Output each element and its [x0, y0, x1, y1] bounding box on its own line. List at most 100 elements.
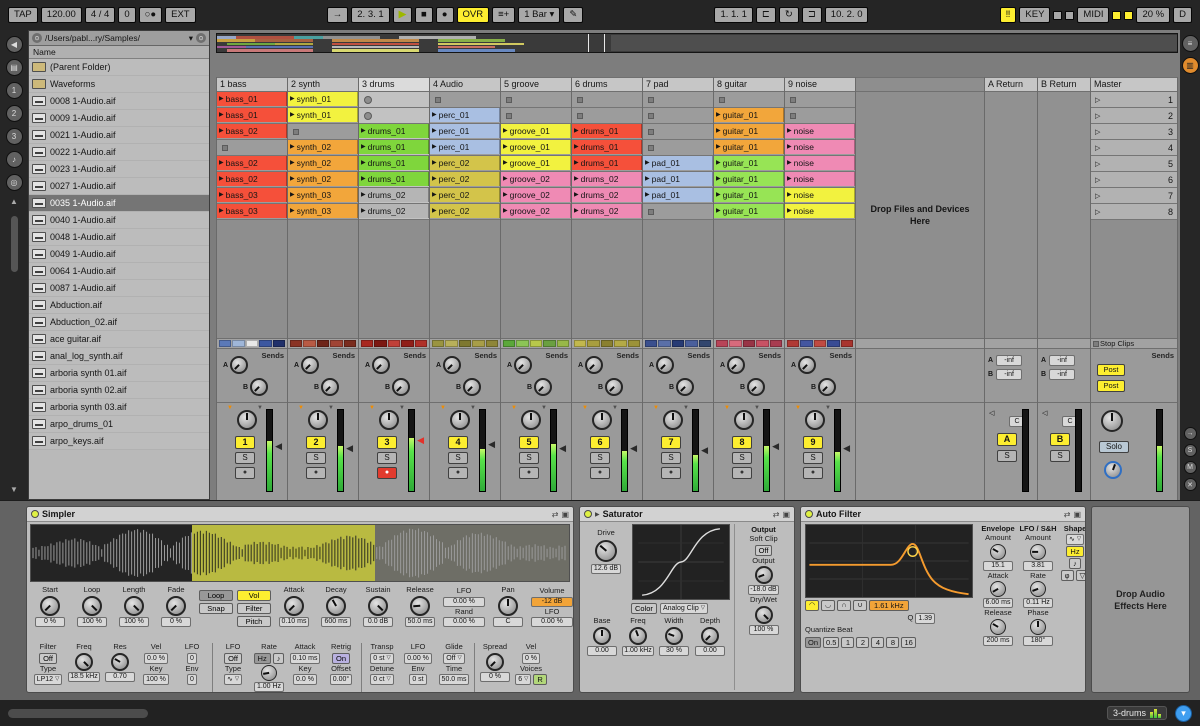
volume-fader-handle[interactable]: ◀: [630, 444, 637, 453]
clip-perc-02[interactable]: ▶perc_02: [430, 204, 500, 218]
scene-slot[interactable]: ▷5: [1091, 156, 1177, 172]
lfo-sync-button[interactable]: ♪: [1069, 558, 1081, 569]
selected-track-indicator[interactable]: 3-drums: [1107, 706, 1167, 720]
volume-fader-handle[interactable]: ◀: [275, 442, 282, 451]
scene-launch-icon[interactable]: ▷: [1095, 176, 1100, 184]
clip-drums-01[interactable]: ▶drums_01: [572, 140, 642, 154]
list-item[interactable]: arboria synth 01.aif: [29, 365, 209, 382]
send-a-knob[interactable]: [230, 356, 248, 374]
save-preset-icon[interactable]: ▣: [1073, 510, 1081, 519]
clip-slot[interactable]: ▶synth_03: [288, 204, 358, 220]
freq-value[interactable]: 18.5 kHz: [68, 672, 100, 682]
solo-button[interactable]: S: [519, 452, 539, 464]
volume-meter[interactable]: [763, 409, 770, 492]
clip-launch-icon[interactable]: ▶: [432, 160, 437, 166]
arm-button[interactable]: ●: [519, 467, 539, 479]
clip-slot[interactable]: ▶drums_01: [572, 140, 642, 156]
list-item[interactable]: 0027 1-Audio.aif: [29, 178, 209, 195]
freq-knob[interactable]: [629, 627, 647, 645]
attack-value[interactable]: 0.10 ms: [279, 617, 309, 627]
pan-knob[interactable]: [663, 410, 683, 430]
scene-launch-icon[interactable]: ▷: [1095, 128, 1100, 136]
scene-launch-icon[interactable]: ▷: [1095, 112, 1100, 120]
solo-button[interactable]: S: [803, 452, 823, 464]
clip-slot[interactable]: ▶perc_02: [430, 204, 500, 220]
list-item[interactable]: 0049 1-Audio.aif: [29, 246, 209, 263]
volume-meter[interactable]: [834, 409, 841, 492]
pan-knob[interactable]: [805, 410, 825, 430]
glide-menu[interactable]: Off▽: [443, 653, 464, 664]
volume-fader-handle[interactable]: ◀: [772, 442, 779, 451]
clip-slot[interactable]: ▶groove_01: [501, 156, 571, 172]
clip-perc-02[interactable]: ▶perc_02: [430, 188, 500, 202]
clip-slot[interactable]: [217, 140, 287, 156]
highpass-icon[interactable]: ◡: [821, 600, 835, 611]
clip-slot[interactable]: ▶guitar_01: [714, 156, 784, 172]
list-item[interactable]: 0040 1-Audio.aif: [29, 212, 209, 229]
send-a-post-toggle[interactable]: Post: [1097, 364, 1125, 376]
track-activator[interactable]: 1: [235, 436, 255, 449]
clip-synth-02[interactable]: ▶synth_02: [288, 156, 358, 170]
clip-pad-01[interactable]: ▶pad_01: [643, 172, 713, 186]
clip-guitar-01[interactable]: ▶guitar_01: [714, 140, 784, 154]
clip-slot[interactable]: [643, 140, 713, 156]
clip-slot[interactable]: [785, 108, 855, 124]
punch-in-button[interactable]: ⊏: [756, 7, 776, 23]
clip-drums-02[interactable]: ▶drums_02: [359, 204, 429, 218]
amount-value[interactable]: 3.81: [1023, 561, 1053, 571]
clip-slot[interactable]: ▶drums_01: [572, 156, 642, 172]
volume-meter[interactable]: [1075, 409, 1082, 492]
snap-button[interactable]: Snap: [199, 603, 233, 614]
clip-slot[interactable]: ▶drums_01: [359, 156, 429, 172]
clip-slot[interactable]: [643, 204, 713, 220]
clip-stop-button[interactable]: [648, 209, 654, 215]
show-hide-button[interactable]: ▾: [1175, 705, 1192, 722]
clip-slot[interactable]: ▶guitar_01: [714, 204, 784, 220]
pan-knob[interactable]: [379, 410, 399, 430]
clip-launch-icon[interactable]: ▶: [503, 176, 508, 182]
send-a-knob[interactable]: [443, 356, 461, 374]
pan-knob[interactable]: [450, 410, 470, 430]
hide-browser-icon[interactable]: ◀: [6, 36, 23, 53]
arm-button[interactable]: ●: [590, 467, 610, 479]
volume-meter[interactable]: [1022, 409, 1029, 492]
playhead-marker[interactable]: [604, 34, 605, 52]
solo-button[interactable]: S: [661, 452, 681, 464]
rate-value[interactable]: 0.11 Hz: [1023, 598, 1053, 608]
path-dropdown-icon[interactable]: ▾: [189, 33, 193, 44]
solo-button[interactable]: S: [448, 452, 468, 464]
session-drop-zone[interactable]: Drop Files and DevicesHere: [855, 77, 984, 500]
clip-synth-01[interactable]: ▶synth_01: [288, 92, 358, 106]
release-knob[interactable]: [410, 596, 430, 616]
clip-launch-icon[interactable]: ▶: [219, 160, 224, 166]
lfo-field[interactable]: 0: [187, 653, 197, 664]
clip-pad-01[interactable]: ▶pad_01: [643, 156, 713, 170]
clip-stop-circle[interactable]: [364, 112, 372, 120]
volume-meter[interactable]: [337, 409, 344, 492]
track-header-5-groove[interactable]: 5 groove: [501, 77, 571, 92]
output-value[interactable]: -18.0 dB: [748, 585, 778, 595]
pan-knob[interactable]: [498, 596, 518, 616]
arm-button[interactable]: ●: [235, 467, 255, 479]
send-b-knob[interactable]: [605, 378, 623, 396]
clip-launch-icon[interactable]: ▶: [716, 144, 721, 150]
clip-stop-circle[interactable]: [364, 96, 372, 104]
arm-button[interactable]: ●: [732, 467, 752, 479]
scene-slot[interactable]: ▷2: [1091, 108, 1177, 124]
dry-wet-value[interactable]: 100 %: [749, 625, 779, 635]
clip-stop-button[interactable]: [435, 97, 441, 103]
clip-synth-02[interactable]: ▶synth_02: [288, 172, 358, 186]
save-preset-icon[interactable]: ▣: [782, 510, 790, 519]
clip-guitar-01[interactable]: ▶guitar_01: [714, 204, 784, 218]
list-item[interactable]: 0022 1-Audio.aif: [29, 144, 209, 161]
clip-noise[interactable]: ▶noise: [785, 140, 855, 154]
clip-slot[interactable]: ▶guitar_01: [714, 124, 784, 140]
metronome-button[interactable]: ○●: [139, 7, 162, 23]
spread-value[interactable]: 0 %: [480, 672, 510, 682]
arm-button[interactable]: ●: [377, 467, 397, 479]
clip-slot[interactable]: ▶pad_01: [643, 188, 713, 204]
lfo-phase-button[interactable]: φ: [1061, 570, 1074, 581]
base-value[interactable]: 0.00: [587, 646, 617, 656]
clip-slot[interactable]: ▶bass_01: [217, 108, 287, 124]
type-menu[interactable]: ∿▽: [224, 674, 242, 685]
